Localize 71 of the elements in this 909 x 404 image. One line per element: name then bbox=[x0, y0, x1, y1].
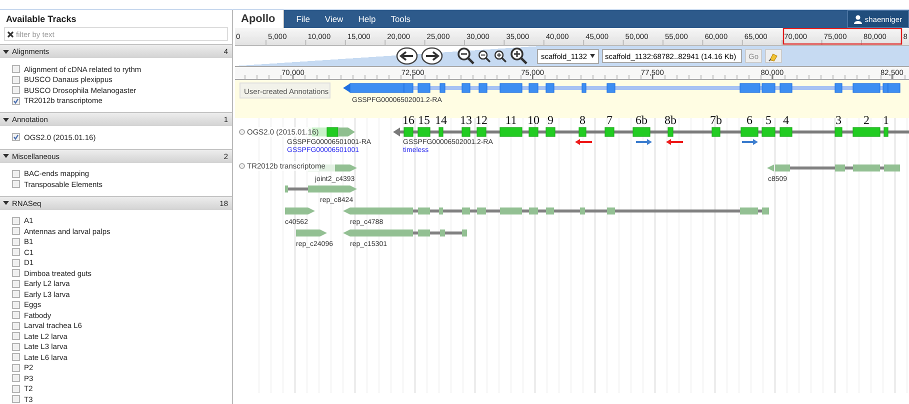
track-checkbox[interactable] bbox=[12, 170, 20, 178]
menu-item[interactable]: View bbox=[324, 14, 344, 24]
transcript-alignment[interactable] bbox=[343, 230, 467, 236]
track-checkbox[interactable] bbox=[12, 332, 20, 340]
exon-number: 8 bbox=[580, 113, 586, 127]
zoom-in-icon bbox=[494, 50, 507, 62]
track-checkbox[interactable] bbox=[12, 374, 20, 382]
exon-number: 7 bbox=[606, 113, 612, 127]
track-checkbox[interactable] bbox=[12, 290, 20, 298]
clear-icon bbox=[7, 31, 14, 38]
exon-number: 6 bbox=[746, 113, 752, 127]
track-checkbox[interactable] bbox=[12, 238, 20, 246]
track-checkbox[interactable] bbox=[12, 364, 20, 372]
highlight-button[interactable] bbox=[765, 49, 782, 63]
track-checkbox[interactable] bbox=[12, 353, 20, 362]
zoom-out-more-button[interactable] bbox=[457, 47, 475, 65]
track-checkbox[interactable] bbox=[12, 248, 20, 256]
pan-left-button[interactable] bbox=[396, 47, 418, 65]
annotation-feature[interactable] bbox=[343, 83, 900, 93]
exon-number: 12 bbox=[476, 113, 488, 127]
exon-number: 15 bbox=[418, 113, 430, 127]
caret-icon bbox=[590, 54, 596, 58]
exon-number: 7b bbox=[710, 113, 722, 127]
exon-number: 11 bbox=[505, 113, 517, 127]
track-checkbox[interactable] bbox=[12, 300, 20, 309]
menu-item[interactable]: Help bbox=[358, 14, 376, 24]
user-icon bbox=[854, 14, 862, 24]
exon-number: 1 bbox=[883, 113, 889, 127]
track-checkbox[interactable] bbox=[12, 180, 20, 188]
gene-feature[interactable] bbox=[393, 127, 909, 137]
track-checkbox[interactable] bbox=[12, 65, 20, 74]
track-checkbox[interactable] bbox=[12, 311, 20, 320]
zoom-in-button[interactable] bbox=[494, 50, 507, 62]
track-checkbox[interactable] bbox=[12, 258, 20, 267]
exon-number: 16 bbox=[402, 113, 414, 127]
exon-number: 14 bbox=[435, 113, 447, 127]
menu-item[interactable]: File bbox=[296, 14, 310, 24]
exon-number: 13 bbox=[460, 113, 472, 127]
track-checkbox[interactable] bbox=[12, 269, 20, 278]
zoom-in-icon bbox=[510, 47, 528, 65]
transcript-alignment[interactable] bbox=[285, 186, 357, 192]
track-checkbox[interactable] bbox=[12, 133, 20, 142]
exon-number: 5 bbox=[766, 113, 772, 127]
exon-number: 10 bbox=[528, 113, 540, 127]
transcript-alignment[interactable] bbox=[343, 208, 769, 214]
track-checkbox[interactable] bbox=[12, 86, 20, 94]
zoom-out-icon bbox=[457, 47, 475, 65]
track-checkbox[interactable] bbox=[12, 96, 20, 105]
pan-right-button[interactable] bbox=[421, 47, 443, 65]
track-checkbox[interactable] bbox=[12, 384, 20, 393]
menu-item[interactable]: Tools bbox=[390, 14, 411, 24]
app-logo: Apollo bbox=[235, 10, 284, 28]
viewed-region-box[interactable] bbox=[782, 28, 902, 45]
track-checkbox[interactable] bbox=[12, 342, 20, 351]
exon-number: 2 bbox=[864, 113, 870, 127]
transcript-alignment[interactable] bbox=[767, 164, 900, 172]
track-checkbox[interactable] bbox=[12, 76, 20, 84]
exon-number: 6b bbox=[636, 113, 648, 127]
exon-number: 3 bbox=[836, 113, 842, 127]
track-checkbox[interactable] bbox=[12, 216, 20, 225]
track-checkbox[interactable] bbox=[12, 280, 20, 288]
zoom-out-button[interactable] bbox=[478, 50, 491, 62]
zoom-in-more-button[interactable] bbox=[510, 47, 528, 65]
exon-number: 9 bbox=[548, 113, 554, 127]
exon-number: 4 bbox=[783, 113, 789, 127]
panel-title: Available Tracks bbox=[5, 13, 78, 26]
zoom-out-icon bbox=[478, 50, 491, 62]
track-checkbox[interactable] bbox=[12, 322, 20, 330]
track-checkbox[interactable] bbox=[12, 227, 20, 236]
track-checkbox[interactable] bbox=[12, 395, 20, 404]
exon-number: 8b bbox=[664, 113, 676, 127]
